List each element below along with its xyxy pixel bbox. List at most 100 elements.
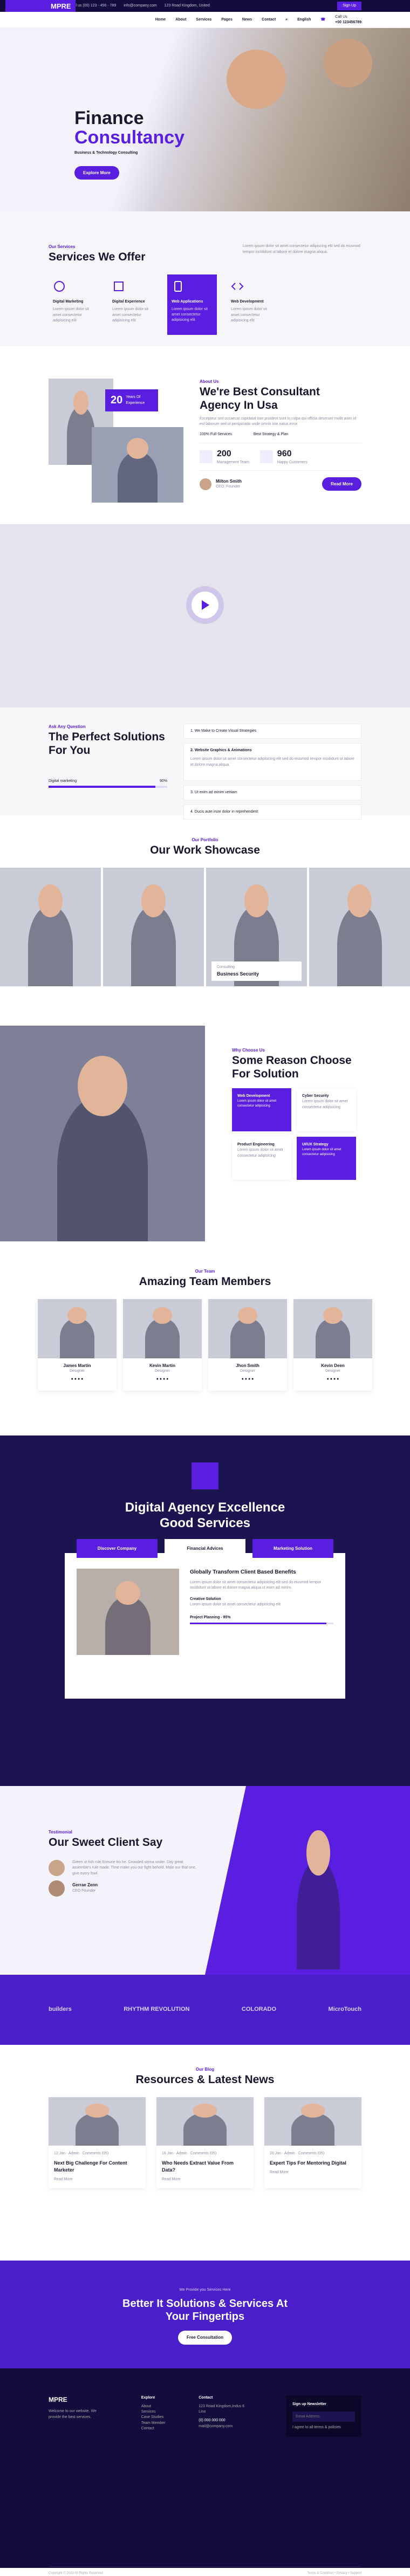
nav-item-pages[interactable]: Pages <box>221 17 233 23</box>
team-icon <box>200 450 213 463</box>
blog-kicker: Our Blog <box>195 2067 215 2072</box>
portfolio-image[interactable] <box>103 867 204 986</box>
why-card[interactable]: Product Engineering Lorem ipsum dolor sit… <box>232 1136 291 1180</box>
nav-item-about[interactable]: About <box>175 17 186 23</box>
avatar[interactable] <box>49 1880 65 1897</box>
faq-item-open[interactable]: 2. Website Graphics & Animations Lorem ip… <box>183 743 361 781</box>
portfolio-image[interactable] <box>309 867 410 986</box>
progress-bar <box>49 786 155 788</box>
portfolio-card[interactable]: Consulting Business Security <box>211 961 302 981</box>
footer-link[interactable]: Case Studies <box>141 2415 166 2420</box>
why-card[interactable]: UI/UX Strategy Lorem ipsum dolor sit amet… <box>297 1136 356 1180</box>
progress-value: 90% <box>159 779 167 783</box>
blog-image <box>156 2097 254 2146</box>
hero-section: Finance Consultancy Business & Technology… <box>0 28 410 211</box>
blog-section: Our Blog Resources & Latest News 12 Jan … <box>0 2045 410 2261</box>
explore-button[interactable]: Explore More <box>74 166 119 180</box>
footer-logo[interactable]: MPRE <box>49 2395 108 2405</box>
faq-item[interactable]: 3. Ut enim ad minim veniam <box>183 785 361 800</box>
blog-card[interactable]: 16 Jan · Admin · Comments (05) Who Needs … <box>156 2097 254 2188</box>
faq-item[interactable]: 4. Ducis aute irure dolor in reprehender… <box>183 805 361 820</box>
why-kicker: Why Choose Us <box>232 1048 265 1053</box>
footer-link[interactable]: Team Member <box>141 2421 166 2426</box>
service-card[interactable]: Digital Marketing Lorem ipsum dolor sit a… <box>49 274 98 335</box>
ceo-role: CEO, Founder <box>216 485 241 489</box>
team-kicker: Our Team <box>195 1269 215 1274</box>
footer-link[interactable]: Services <box>141 2409 166 2415</box>
read-more-link[interactable]: Read More <box>270 2170 356 2176</box>
play-icon[interactable] <box>192 592 218 619</box>
social-icons[interactable]: ● ● ● ● <box>123 1377 202 1382</box>
blog-image <box>49 2097 146 2146</box>
member-photo <box>208 1299 287 1358</box>
read-more-link[interactable]: Read More <box>162 2177 248 2183</box>
experience-icon <box>114 281 124 291</box>
brand-logo: MicroTouch <box>328 2006 361 2013</box>
footer: MPRE Welcome to our website. We provide … <box>0 2368 410 2575</box>
cta-title: Better It Solutions & Services At <box>122 2298 288 2310</box>
search-icon[interactable]: ⌕ <box>285 17 288 23</box>
team-card[interactable]: Jhon Smith Designer ● ● ● ● <box>208 1299 287 1391</box>
service-card-active[interactable]: Web Applications Lorem ipsum dolor sit am… <box>167 274 217 335</box>
nav-item-news[interactable]: News <box>242 17 252 23</box>
about-text: Excepteur sint occaecat cupidatat non pr… <box>200 416 357 427</box>
blog-card[interactable]: 20 Jan · Admin · Comments (05) Expert Tip… <box>264 2097 361 2188</box>
newsletter-input[interactable] <box>292 2412 355 2422</box>
avatar[interactable] <box>49 1859 65 1876</box>
footer-link[interactable]: About <box>141 2404 166 2409</box>
social-icons[interactable]: ● ● ● ● <box>208 1377 287 1382</box>
team-card[interactable]: Kevin Deen Designer ● ● ● ● <box>293 1299 372 1391</box>
nav-item-services[interactable]: Services <box>196 17 211 23</box>
member-photo <box>123 1299 202 1358</box>
tab-marketing[interactable]: Marketing Solution <box>252 1538 333 1558</box>
member-photo <box>293 1299 372 1358</box>
site-logo[interactable]: MPRE <box>5 0 76 12</box>
code-icon <box>231 283 244 290</box>
footer-link[interactable]: Contact <box>141 2426 166 2431</box>
copyright: Copyright © 2023 All Rights Reserved <box>49 2572 103 2575</box>
team-card[interactable]: James Martin Designer ● ● ● ● <box>38 1299 117 1391</box>
portfolio-section: Our Portfolio Our Work Showcase Consulti… <box>0 815 410 1015</box>
digital-section: Digital Agency Excellence Good Services D… <box>0 1435 410 1786</box>
consultation-button[interactable]: Free Consultation <box>177 2331 232 2345</box>
testimonial-section: Testimonial Our Sweet Client Say Green u… <box>0 1786 410 1975</box>
call-number: +00 123456789 <box>335 20 361 24</box>
language-select[interactable]: English <box>297 17 311 23</box>
marketing-icon <box>54 280 65 292</box>
blog-card[interactable]: 12 Jan · Admin · Comments (05) Next Big C… <box>49 2097 146 2188</box>
brand-logo: RHYTHM REVOLUTION <box>124 2006 190 2013</box>
hero-title: Finance Consultancy <box>74 108 185 148</box>
read-more-link[interactable]: Read More <box>54 2177 140 2183</box>
services-section: Our Services Services We Offer Lorem ips… <box>0 211 410 346</box>
stat-value: 200 <box>217 449 231 459</box>
faq-item[interactable]: 1. We Make to Create Visual Strategies <box>183 724 361 739</box>
why-card[interactable]: Web Development Lorem ipsum dolor sit ame… <box>232 1088 291 1131</box>
about-section: 20 Years Of Experience About Us We're Be… <box>0 346 410 524</box>
tab-financial[interactable]: Financial Advices <box>165 1538 245 1558</box>
service-card[interactable]: Digital Experience Lorem ipsum dolor sit … <box>108 274 158 335</box>
nav-item-home[interactable]: Home <box>155 17 166 23</box>
tab-discover[interactable]: Discover Company <box>77 1538 158 1558</box>
why-title: Some Reason Choose For Solution <box>232 1054 352 1080</box>
service-text: Lorem ipsum dolor sit amet consectetur a… <box>53 307 89 323</box>
services-kicker: Our Services <box>49 244 76 249</box>
why-card[interactable]: Cyber Security Lorem ipsum dolor sit amet… <box>297 1088 356 1131</box>
signup-button[interactable]: Sign Up <box>337 1 361 11</box>
portfolio-image[interactable] <box>0 867 101 986</box>
avatar <box>200 478 211 490</box>
service-text: Lorem ipsum dolor sit amet consectetur a… <box>231 307 267 323</box>
nav-item-contact[interactable]: Contact <box>262 17 276 23</box>
portfolio-image[interactable]: Consulting Business Security <box>206 867 307 986</box>
digital-image <box>77 1569 179 1655</box>
social-icons[interactable]: ● ● ● ● <box>293 1377 372 1382</box>
about-title: We're Best Consultant Agency In Usa <box>200 385 320 411</box>
call-label: Call Us <box>335 15 347 19</box>
read-more-button[interactable]: Read More <box>322 477 361 491</box>
service-card[interactable]: Web Development Lorem ipsum dolor sit ame… <box>227 274 276 335</box>
stat-value: 960 <box>277 449 292 459</box>
experience-badge: 20 Years Of Experience <box>105 389 159 411</box>
social-icons[interactable]: ● ● ● ● <box>38 1377 117 1382</box>
team-card[interactable]: Kevin Martin Designer ● ● ● ● <box>123 1299 202 1391</box>
newsletter-agree[interactable]: I agree to all terms & policies <box>292 2425 355 2430</box>
footer-bottom-links[interactable]: Terms & Condition • Privacy • Support <box>307 2571 361 2576</box>
